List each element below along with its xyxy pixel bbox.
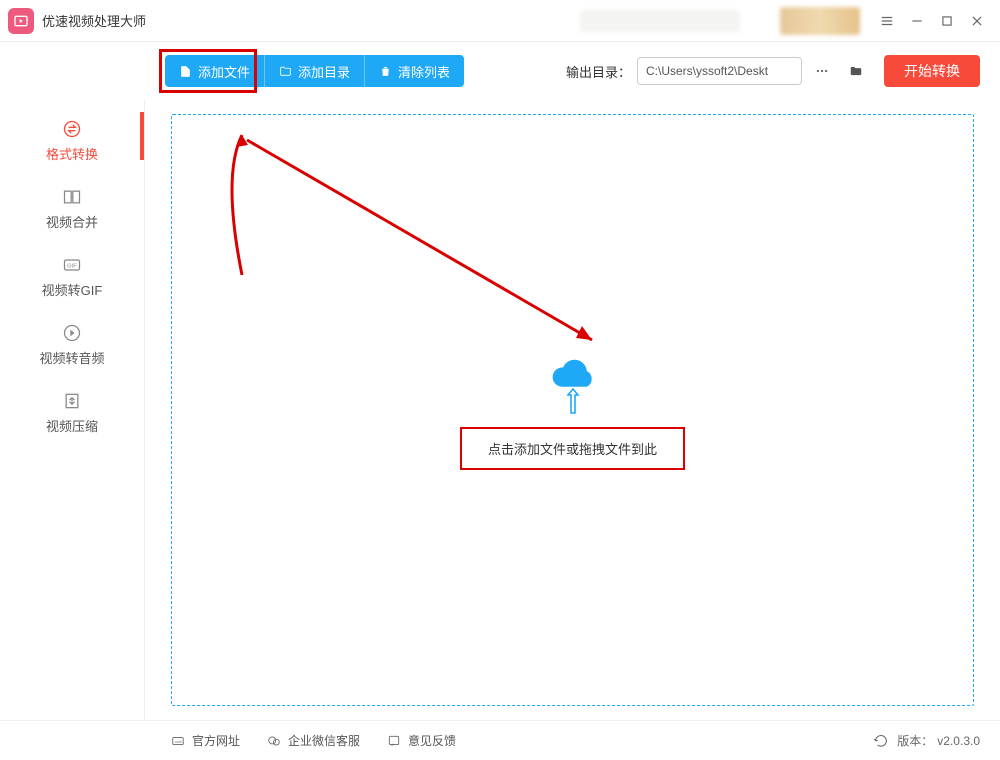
output-dir-value: C:\Users\yssoft2\Deskt bbox=[646, 64, 768, 78]
sidebar-item-video-merge[interactable]: 视频合并 bbox=[0, 174, 144, 242]
app-logo bbox=[8, 8, 34, 34]
website-icon: .com bbox=[170, 734, 186, 748]
footer-link-label: 官方网址 bbox=[192, 732, 240, 749]
start-convert-label: 开始转换 bbox=[904, 61, 960, 81]
menu-icon[interactable] bbox=[872, 6, 902, 36]
svg-text:.com: .com bbox=[174, 739, 182, 743]
blurred-region bbox=[580, 10, 740, 32]
version-value: v2.0.3.0 bbox=[937, 734, 980, 748]
more-icon[interactable] bbox=[808, 57, 836, 85]
start-convert-button[interactable]: 开始转换 bbox=[884, 55, 980, 87]
sidebar-item-format-convert[interactable]: 格式转换 bbox=[0, 106, 144, 174]
refresh-icon[interactable] bbox=[873, 733, 889, 749]
gif-icon: GIF bbox=[61, 254, 83, 276]
wechat-icon bbox=[266, 734, 282, 748]
clear-list-button[interactable]: 清除列表 bbox=[364, 55, 464, 87]
footer-link-wechat[interactable]: 企业微信客服 bbox=[266, 732, 360, 749]
upload-cloud-icon bbox=[543, 351, 603, 411]
sidebar-item-label: 视频转音频 bbox=[39, 348, 104, 367]
footer-link-website[interactable]: .com 官方网址 bbox=[170, 732, 240, 749]
clear-list-label: 清除列表 bbox=[398, 62, 450, 81]
toolbar-button-group: 添加文件 添加目录 清除列表 bbox=[165, 55, 464, 87]
minimize-icon[interactable] bbox=[902, 6, 932, 36]
compress-icon bbox=[61, 390, 83, 412]
version-prefix: 版本： bbox=[897, 734, 933, 748]
convert-icon bbox=[61, 118, 83, 140]
output-dir-field[interactable]: C:\Users\yssoft2\Deskt bbox=[637, 57, 802, 85]
sidebar-item-label: 格式转换 bbox=[46, 144, 98, 163]
sidebar-item-label: 视频转GIF bbox=[42, 280, 103, 299]
main-panel: 点击添加文件或拖拽文件到此 bbox=[145, 100, 1000, 720]
sidebar-item-video-compress[interactable]: 视频压缩 bbox=[0, 378, 144, 446]
maximize-icon[interactable] bbox=[932, 6, 962, 36]
feedback-icon bbox=[386, 734, 402, 748]
footer-link-label: 意见反馈 bbox=[408, 732, 456, 749]
merge-icon bbox=[61, 186, 83, 208]
blurred-region bbox=[780, 7, 860, 35]
folder-icon[interactable] bbox=[842, 57, 870, 85]
sidebar-item-label: 视频合并 bbox=[46, 212, 98, 231]
footer-link-feedback[interactable]: 意见反馈 bbox=[386, 732, 456, 749]
output-dir-label: 输出目录： bbox=[566, 62, 631, 81]
add-dir-button[interactable]: 添加目录 bbox=[264, 55, 364, 87]
sidebar-item-label: 视频压缩 bbox=[46, 416, 98, 435]
add-file-button[interactable]: 添加文件 bbox=[165, 55, 264, 87]
app-title: 优速视频处理大师 bbox=[42, 11, 146, 30]
close-icon[interactable] bbox=[962, 6, 992, 36]
audio-icon bbox=[61, 322, 83, 344]
add-file-label: 添加文件 bbox=[198, 62, 250, 81]
sidebar-active-marker bbox=[140, 112, 144, 160]
add-dir-label: 添加目录 bbox=[298, 62, 350, 81]
drop-zone[interactable]: 点击添加文件或拖拽文件到此 bbox=[171, 114, 974, 706]
drop-zone-text: 点击添加文件或拖拽文件到此 bbox=[488, 439, 657, 458]
sidebar-item-video-to-audio[interactable]: 视频转音频 bbox=[0, 310, 144, 378]
sidebar-item-video-to-gif[interactable]: GIF 视频转GIF bbox=[0, 242, 144, 310]
sidebar: 格式转换 视频合并 GIF 视频转GIF 视频转音频 视频压缩 bbox=[0, 100, 145, 720]
drop-text-box: 点击添加文件或拖拽文件到此 bbox=[460, 427, 685, 470]
svg-text:GIF: GIF bbox=[67, 263, 77, 269]
version-label: 版本： v2.0.3.0 bbox=[897, 732, 980, 749]
footer-link-label: 企业微信客服 bbox=[288, 732, 360, 749]
